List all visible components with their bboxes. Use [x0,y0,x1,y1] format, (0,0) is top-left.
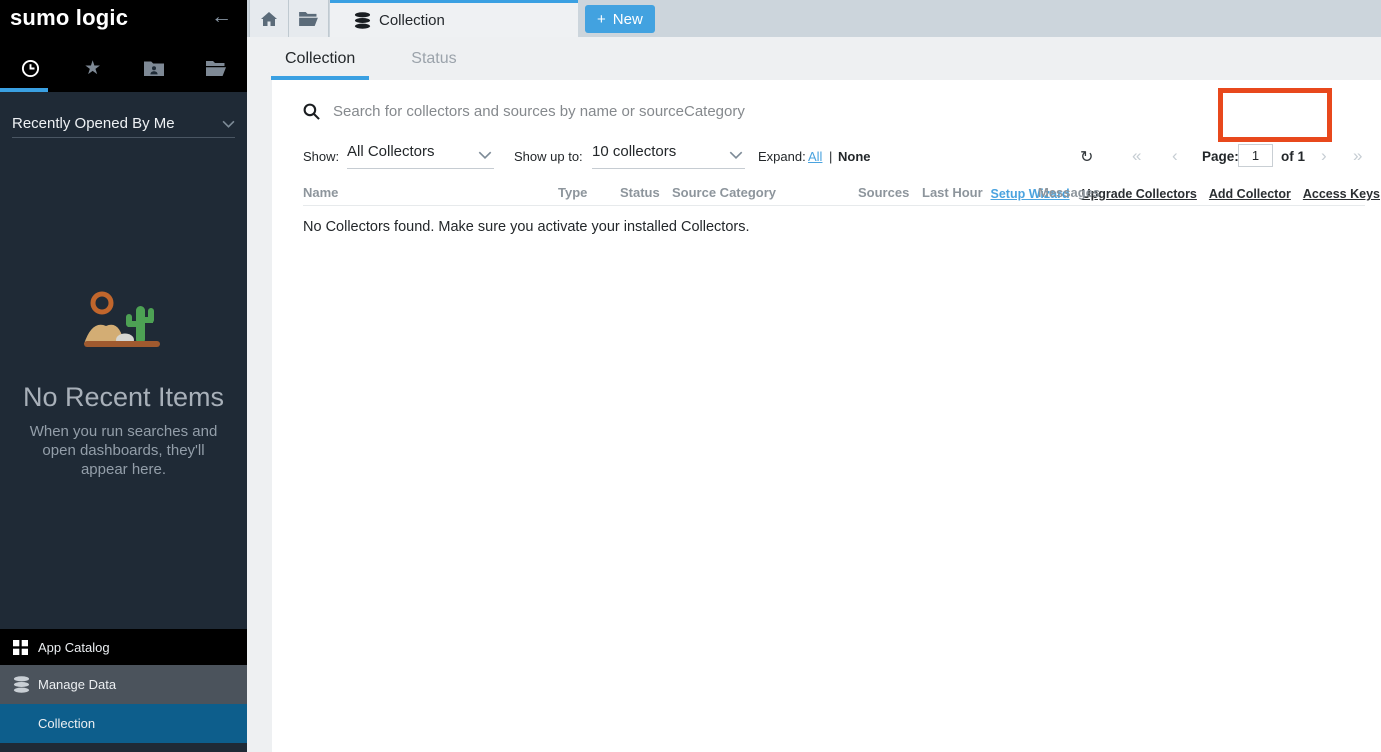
collection-subnav: Collection Status [247,37,1381,80]
tab-favorites[interactable]: ★ [62,48,124,88]
sun [93,294,111,312]
people-folder-icon [144,60,164,76]
sidebar-item-app-catalog[interactable]: App Catalog [0,629,247,665]
recent-filter-label: Recently Opened By Me [12,115,175,132]
expand-none-link[interactable]: None [838,149,871,164]
grid-icon [13,640,31,655]
home-icon [261,12,277,26]
home-button[interactable] [249,0,289,37]
sidebar-item-label: Collection [38,716,95,731]
show-up-to-label: Show up to: [514,149,583,164]
chevron-down-icon [222,120,235,128]
sidebar-item-label: App Catalog [38,640,110,655]
page-label: Page: [1202,149,1239,164]
limit-select[interactable]: 10 collectors [592,143,745,169]
clock-icon [21,59,40,78]
chevron-down-icon [478,151,492,159]
expand-label: Expand: [758,149,806,164]
expand-all-link[interactable]: All [808,149,822,164]
table-header-divider [303,205,1365,206]
limit-select-value: 10 collectors [592,143,676,160]
search-icon [303,103,320,120]
column-header-source-category[interactable]: Source Category [672,185,776,200]
new-tab-button[interactable]: + New [585,5,655,33]
tab-recents[interactable] [0,48,62,88]
database-icon [354,12,371,29]
column-header-last-hour[interactable]: Last Hour [922,185,983,200]
tab-library[interactable] [185,48,247,88]
search-input[interactable] [333,103,973,120]
column-header-sources[interactable]: Sources [858,185,909,200]
collectors-table-header: Name Type Status Source Category Sources… [272,185,1381,206]
collapse-sidebar-icon[interactable]: ← [211,5,232,29]
star-icon: ★ [84,57,101,80]
recent-filter-dropdown[interactable]: Recently Opened By Me [12,110,235,138]
subtab-collection[interactable]: Collection [271,37,369,80]
show-label: Show: [303,149,339,164]
no-collectors-message: No Collectors found. Make sure you activ… [303,219,749,235]
desert-illustration [0,290,247,354]
sidebar: sumo logic ← ★ Rece [0,0,247,752]
main-area: Collection + New Collection Status Setup… [247,0,1381,752]
collection-panel: Setup Wizard Upgrade Collectors Add Coll… [272,80,1381,752]
tab-shared-folders[interactable] [124,48,186,88]
last-page-icon[interactable]: » [1353,146,1362,166]
column-header-type[interactable]: Type [558,185,587,200]
no-recent-items-title: No Recent Items [0,382,247,413]
open-folder-icon [299,11,318,26]
filter-toolbar: Show: All Collectors Show up to: 10 coll… [272,143,1381,175]
page-of-label: of 1 [1281,149,1305,164]
first-page-icon[interactable]: « [1132,146,1141,166]
page-number-input[interactable] [1238,144,1273,167]
sidebar-menu: App Catalog Manage Data Collection [0,629,247,743]
sidebar-item-collection[interactable]: Collection [0,704,247,743]
sumo-logic-logo: sumo logic [10,5,128,31]
search-bar [303,96,973,126]
sidebar-item-label: Manage Data [38,677,116,692]
expand-divider: | [829,149,832,164]
active-tab-indicator [0,88,48,92]
no-recent-items-text: When you run searches and open dashboard… [20,422,227,479]
sidebar-item-manage-data[interactable]: Manage Data [0,665,247,704]
plus-icon: + [597,11,606,28]
subtab-status[interactable]: Status [397,37,470,80]
prev-page-icon[interactable]: ‹ [1172,146,1178,166]
column-header-messages[interactable]: Messages [1038,185,1100,200]
sidebar-icon-tabs: ★ [0,48,247,88]
refresh-icon[interactable]: ↻ [1080,147,1093,167]
new-button-label: New [613,11,643,28]
database-icon [13,676,31,693]
tab-strip: Collection + New [247,0,1381,37]
collection-tab-label: Collection [379,12,445,29]
next-page-icon[interactable]: › [1321,146,1327,166]
open-folder-icon [206,60,226,76]
chevron-down-icon [729,151,743,159]
collection-tab[interactable]: Collection [330,0,578,37]
library-button[interactable] [289,0,329,37]
main-body: Setup Wizard Upgrade Collectors Add Coll… [247,80,1381,752]
sidebar-header: sumo logic ← ★ [0,0,247,92]
column-header-name[interactable]: Name [303,185,338,200]
show-select[interactable]: All Collectors [347,143,494,169]
show-select-value: All Collectors [347,143,435,160]
column-header-status[interactable]: Status [620,185,660,200]
